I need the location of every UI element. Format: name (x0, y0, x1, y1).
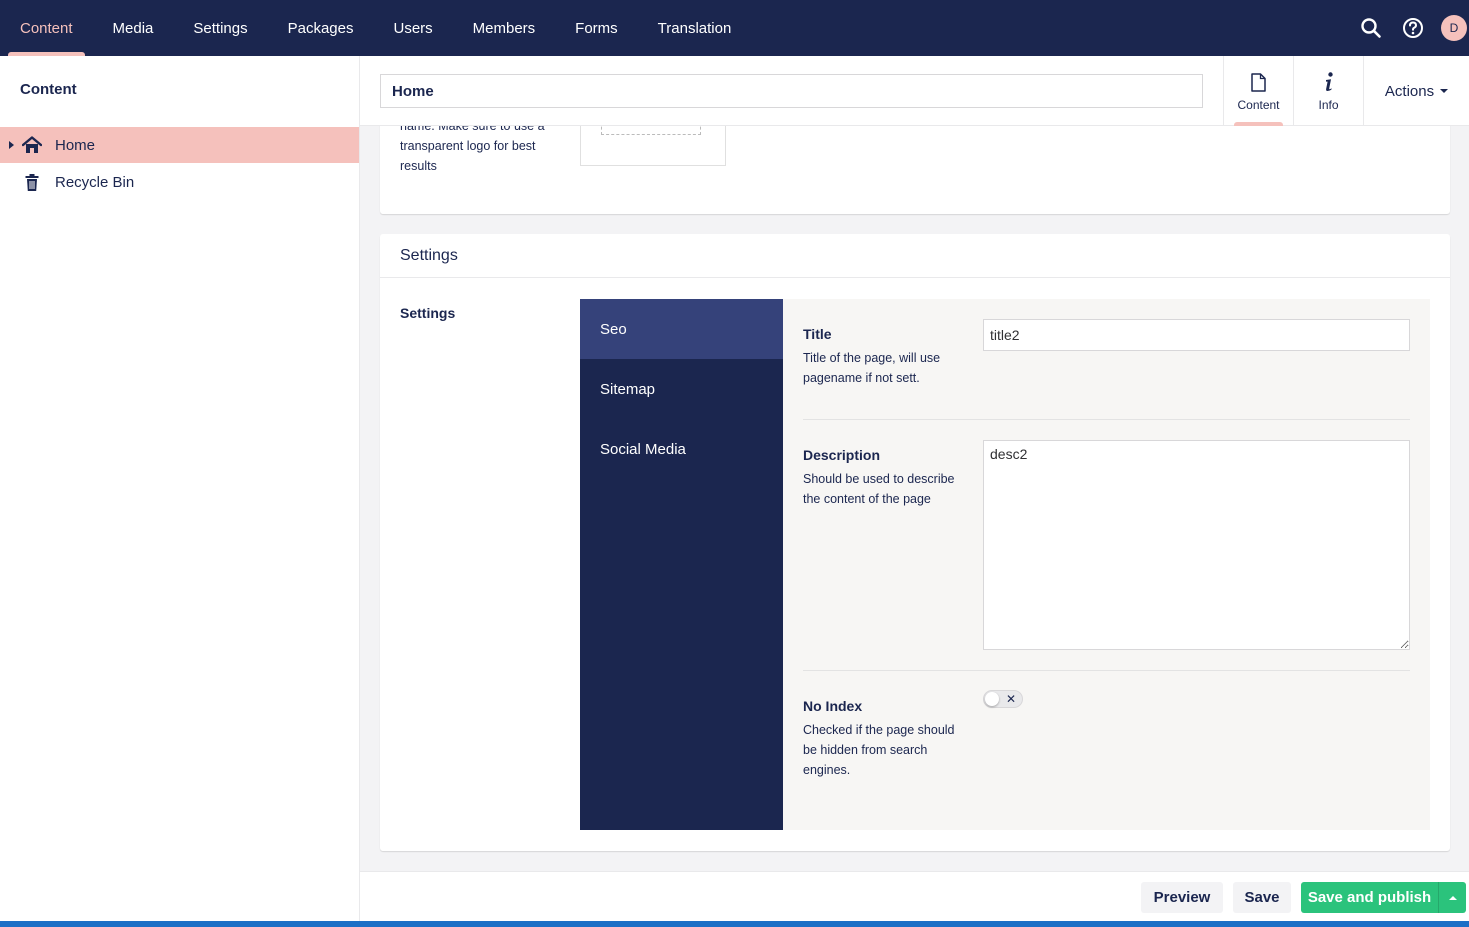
user-avatar[interactable]: D (1441, 15, 1467, 41)
title-description: Title of the page, will use pagename if … (803, 351, 941, 385)
no-index-toggle[interactable]: ✕ (983, 690, 1023, 708)
info-icon (1324, 70, 1334, 94)
document-icon (1251, 70, 1266, 94)
nav-translation[interactable]: Translation (638, 0, 752, 56)
vertical-tabs: Seo Sitemap Social Media (580, 299, 783, 830)
trash-icon (22, 172, 42, 192)
help-button[interactable] (1393, 8, 1433, 48)
section-nav: Content Media Settings Packages Users Me… (0, 0, 751, 56)
content-tree-sidebar: Content Home Recycle Bin (0, 56, 360, 921)
caret-down-icon (1440, 89, 1449, 93)
logo-description: name. Make sure to use a transparent log… (400, 126, 545, 173)
description-textarea[interactable]: desc2 (983, 440, 1410, 650)
settings-property-label: Settings (400, 305, 456, 321)
editor-content: name. Make sure to use a transparent log… (360, 126, 1469, 871)
title-input[interactable] (983, 319, 1410, 351)
expand-caret-icon[interactable] (9, 141, 14, 149)
tab-seo[interactable]: Seo (580, 299, 783, 359)
nav-packages[interactable]: Packages (268, 0, 374, 56)
settings-panel-title: Settings (380, 234, 1450, 278)
caret-up-icon (1448, 895, 1457, 900)
close-icon: ✕ (1005, 692, 1016, 706)
general-panel: name. Make sure to use a transparent log… (380, 126, 1450, 214)
save-button[interactable]: Save (1233, 882, 1291, 913)
tab-social-media[interactable]: Social Media (580, 419, 783, 479)
top-tools: D (1349, 0, 1469, 56)
home-icon (22, 135, 42, 155)
tab-sitemap[interactable]: Sitemap (580, 359, 783, 419)
tree-item-recycle-bin[interactable]: Recycle Bin (0, 164, 359, 200)
media-dropzone[interactable] (601, 126, 701, 135)
editor-footer: Preview Save Save and publish (360, 871, 1469, 921)
nav-content[interactable]: Content (0, 0, 93, 56)
property-divider (803, 670, 1410, 671)
nav-members[interactable]: Members (453, 0, 556, 56)
settings-tabs-container: Seo Sitemap Social Media Title Title of … (580, 299, 1430, 830)
description-label: Description (803, 447, 881, 463)
nav-media[interactable]: Media (93, 0, 174, 56)
node-name-input[interactable] (380, 74, 1203, 108)
nav-settings[interactable]: Settings (173, 0, 267, 56)
settings-panel: Settings Settings Seo Sitemap Social Med… (380, 234, 1450, 851)
description-help: Should be used to describe the content o… (803, 472, 955, 506)
editor-header: Content Info Actions (360, 56, 1469, 126)
property-divider (803, 419, 1410, 420)
actions-menu-button[interactable]: Actions (1363, 56, 1469, 126)
app-tab-label: Info (1318, 98, 1339, 112)
save-and-publish-button[interactable]: Save and publish (1301, 882, 1438, 913)
logo-picker[interactable] (580, 126, 726, 166)
title-label: Title (803, 326, 832, 342)
search-button[interactable] (1351, 8, 1391, 48)
taskbar-strip (0, 921, 1469, 927)
tree-item-home[interactable]: Home (0, 127, 359, 163)
top-navigation-bar: Content Media Settings Packages Users Me… (0, 0, 1469, 56)
app-tab-label: Content (1237, 98, 1280, 112)
no-index-label: No Index (803, 698, 863, 714)
app-tab-content[interactable]: Content (1223, 56, 1293, 126)
toggle-knob (985, 692, 999, 706)
nav-users[interactable]: Users (373, 0, 452, 56)
nav-forms[interactable]: Forms (555, 0, 638, 56)
seo-tab-content: Title Title of the page, will use pagena… (803, 299, 1410, 830)
preview-button[interactable]: Preview (1141, 882, 1223, 913)
tree-item-label: Recycle Bin (55, 173, 135, 191)
help-icon (1403, 18, 1423, 38)
publish-options-button[interactable] (1438, 882, 1466, 913)
actions-label: Actions (1384, 82, 1435, 100)
sidebar-title: Content (20, 81, 77, 98)
app-tab-info[interactable]: Info (1293, 56, 1363, 126)
search-icon (1361, 18, 1381, 38)
tree-item-label: Home (55, 136, 96, 154)
no-index-description: Checked if the page should be hidden fro… (803, 723, 955, 777)
